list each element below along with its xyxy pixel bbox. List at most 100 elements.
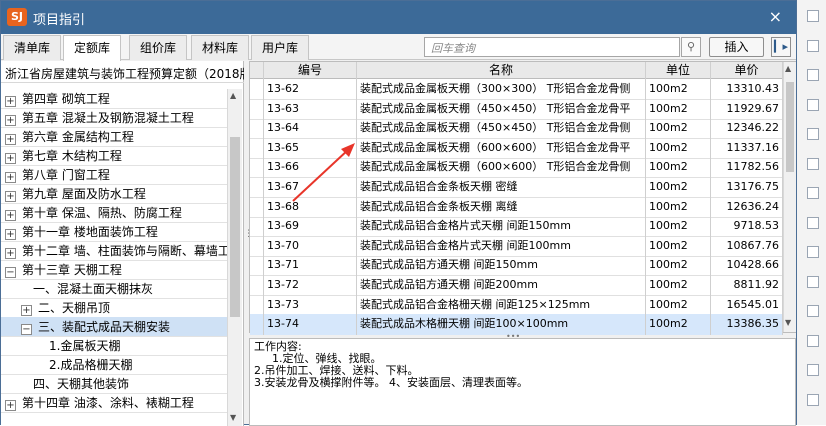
- insert-button[interactable]: 插入: [709, 37, 764, 57]
- cell-price[interactable]: 16545.01: [711, 294, 783, 316]
- cell-name[interactable]: 装配式成品铝合金格片式天棚 间距150mm: [357, 216, 646, 238]
- search-icon[interactable]: ⚲: [681, 37, 701, 57]
- row-indicator[interactable]: [250, 177, 264, 198]
- tree-node[interactable]: + 第十二章 墙、柱面装饰与隔断、幕墙工: [1, 241, 230, 261]
- tree-node[interactable]: + 第四章 砌筑工程: [1, 89, 227, 109]
- expand-icon[interactable]: +: [5, 153, 16, 164]
- expand-icon[interactable]: +: [21, 305, 32, 316]
- expand-icon[interactable]: +: [5, 96, 16, 107]
- row-indicator[interactable]: [250, 255, 264, 277]
- expand-icon[interactable]: +: [5, 134, 16, 145]
- row-indicator[interactable]: [250, 118, 264, 140]
- table-row[interactable]: 13-63 装配式成品金属板天棚（450×450） T形铝合金龙骨平 100m2 11…: [250, 98, 783, 120]
- row-indicator[interactable]: [250, 314, 264, 336]
- tree-node[interactable]: + 第七章 木结构工程: [1, 146, 227, 166]
- tree-node[interactable]: − 三、装配式成品天棚安装: [1, 317, 227, 337]
- header-code[interactable]: 编号: [264, 62, 357, 79]
- table-row[interactable]: 13-69 装配式成品铝合金格片式天棚 间距150mm 100m2 9718.53: [250, 216, 783, 238]
- tree-node[interactable]: + 第十四章 油漆、涂料、裱糊工程: [1, 393, 227, 413]
- cell-price[interactable]: 12346.22: [711, 118, 783, 140]
- cell-name[interactable]: 装配式成品铝合金条板天棚 密缝: [357, 177, 646, 198]
- tab-quota-library[interactable]: 定额库: [63, 35, 122, 61]
- cell-name[interactable]: 装配式成品铝合金格栅天棚 间距125×125mm: [357, 294, 646, 316]
- row-indicator[interactable]: [250, 216, 264, 238]
- row-indicator[interactable]: [250, 294, 264, 316]
- tree-node[interactable]: + 第十章 保温、隔热、防腐工程: [1, 203, 227, 223]
- tree-node[interactable]: + 第十一章 楼地面装饰工程: [1, 222, 227, 242]
- cell-name[interactable]: 装配式成品木格栅天棚 间距100×100mm: [357, 314, 646, 336]
- tree-node[interactable]: − 第十三章 天棚工程: [1, 260, 227, 280]
- cell-price[interactable]: 13386.35: [711, 314, 783, 336]
- cell-name[interactable]: 装配式成品铝合金条板天棚 离缝: [357, 196, 646, 218]
- cell-price[interactable]: 11337.16: [711, 137, 783, 159]
- cell-code[interactable]: 13-69: [264, 216, 357, 238]
- table-row[interactable]: 13-73 装配式成品铝合金格栅天棚 间距125×125mm 100m2 16545.…: [250, 294, 783, 316]
- search-input[interactable]: 回车查询: [424, 37, 680, 57]
- tree-node[interactable]: 1.金属板天棚: [1, 336, 227, 356]
- expand-icon[interactable]: +: [5, 400, 16, 411]
- cell-unit[interactable]: 100m2: [646, 196, 711, 218]
- cell-unit[interactable]: 100m2: [646, 118, 711, 140]
- cell-price[interactable]: 12636.24: [711, 196, 783, 218]
- cell-price[interactable]: 9718.53: [711, 216, 783, 238]
- cell-unit[interactable]: 100m2: [646, 79, 711, 100]
- expand-icon[interactable]: +: [5, 210, 16, 221]
- tab-pricing-library[interactable]: 组价库: [129, 35, 188, 60]
- cell-code[interactable]: 13-62: [264, 79, 357, 100]
- cell-code[interactable]: 13-72: [264, 275, 357, 296]
- tree-node[interactable]: + 第五章 混凝土及钢筋混凝土工程: [1, 108, 227, 128]
- table-row[interactable]: 13-64 装配式成品金属板天棚（450×450） T形铝合金龙骨侧 100m2 12…: [250, 118, 783, 140]
- tree-node[interactable]: 2.成品格栅天棚: [1, 355, 227, 375]
- cell-code[interactable]: 13-71: [264, 255, 357, 277]
- close-icon[interactable]: ×: [769, 7, 782, 26]
- cell-code[interactable]: 13-70: [264, 235, 357, 257]
- cell-price[interactable]: 11782.56: [711, 157, 783, 179]
- dock-panel-icon[interactable]: ▎▸: [771, 37, 791, 57]
- tab-bill-library[interactable]: 清单库: [3, 35, 62, 60]
- header-name[interactable]: 名称: [357, 62, 646, 79]
- table-row[interactable]: 13-70 装配式成品铝合金格片式天棚 间距100mm 100m2 10867.76: [250, 235, 783, 257]
- tree-node[interactable]: + 二、天棚吊顶: [1, 298, 227, 318]
- cell-price[interactable]: 10428.66: [711, 255, 783, 277]
- cell-price[interactable]: 13310.43: [711, 79, 783, 100]
- cell-name[interactable]: 装配式成品金属板天棚（600×600） T形铝合金龙骨侧: [357, 157, 646, 179]
- grid-scrollbar[interactable]: ▲ ▼: [783, 62, 796, 332]
- cell-unit[interactable]: 100m2: [646, 255, 711, 277]
- left-scrollbar[interactable]: ▲ ▼: [227, 89, 242, 426]
- cell-unit[interactable]: 100m2: [646, 314, 711, 336]
- scroll-thumb[interactable]: [786, 82, 794, 172]
- cell-name[interactable]: 装配式成品铝方通天棚 间距200mm: [357, 275, 646, 296]
- expand-icon[interactable]: +: [5, 191, 16, 202]
- scroll-up-icon[interactable]: ▲: [230, 91, 236, 100]
- cell-unit[interactable]: 100m2: [646, 157, 711, 179]
- row-indicator[interactable]: [250, 137, 264, 159]
- cell-name[interactable]: 装配式成品金属板天棚（600×600） T形铝合金龙骨平: [357, 137, 646, 159]
- scroll-up-icon[interactable]: ▲: [785, 64, 791, 73]
- cell-price[interactable]: 8811.92: [711, 275, 783, 296]
- collapse-icon[interactable]: −: [5, 267, 16, 278]
- expand-icon[interactable]: +: [5, 172, 16, 183]
- table-row[interactable]: 13-71 装配式成品铝方通天棚 间距150mm 100m2 10428.66: [250, 255, 783, 277]
- cell-unit[interactable]: 100m2: [646, 275, 711, 296]
- cell-name[interactable]: 装配式成品铝合金格片式天棚 间距100mm: [357, 235, 646, 257]
- cell-code[interactable]: 13-73: [264, 294, 357, 316]
- cell-name[interactable]: 装配式成品铝方通天棚 间距150mm: [357, 255, 646, 277]
- header-unit[interactable]: 单位: [646, 62, 711, 79]
- scroll-down-icon[interactable]: ▼: [785, 318, 791, 327]
- table-row[interactable]: 13-62 装配式成品金属板天棚（300×300） T形铝合金龙骨侧 100m2 13…: [250, 79, 783, 100]
- row-indicator[interactable]: [250, 196, 264, 218]
- row-indicator[interactable]: [250, 157, 264, 179]
- cell-price[interactable]: 13176.75: [711, 177, 783, 198]
- row-indicator[interactable]: [250, 275, 264, 296]
- row-indicator[interactable]: [250, 235, 264, 257]
- cell-unit[interactable]: 100m2: [646, 216, 711, 238]
- tree-node[interactable]: 一、混凝土面天棚抹灰: [1, 279, 227, 299]
- cell-price[interactable]: 11929.67: [711, 98, 783, 120]
- table-row[interactable]: 13-72 装配式成品铝方通天棚 间距200mm 100m2 8811.92: [250, 275, 783, 296]
- vertical-splitter-icon[interactable]: ⋮: [244, 229, 253, 239]
- expand-icon[interactable]: +: [5, 115, 16, 126]
- cell-name[interactable]: 装配式成品金属板天棚（300×300） T形铝合金龙骨侧: [357, 79, 646, 100]
- cell-unit[interactable]: 100m2: [646, 235, 711, 257]
- expand-icon[interactable]: +: [5, 248, 16, 259]
- cell-name[interactable]: 装配式成品金属板天棚（450×450） T形铝合金龙骨侧: [357, 118, 646, 140]
